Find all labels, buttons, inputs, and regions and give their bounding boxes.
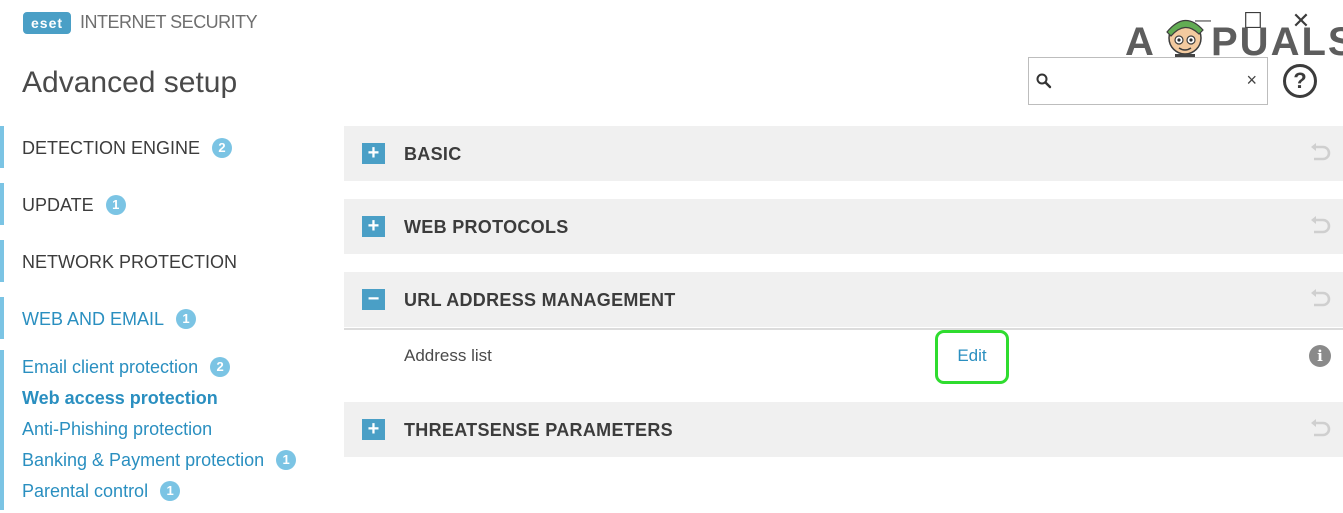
section-title: URL ADDRESS MANAGEMENT (404, 290, 676, 310)
sidebar-subitem-text: Web access protection (22, 388, 218, 408)
page-title: Advanced setup (22, 66, 238, 99)
notification-badge: 1 (176, 309, 197, 329)
sidebar-subitem-text: Parental control (22, 481, 149, 501)
notification-badge: 2 (210, 357, 231, 377)
section-title: BASIC (404, 144, 462, 164)
search-input[interactable] (1057, 68, 1241, 96)
search-icon (1036, 73, 1052, 89)
sidebar-item-update[interactable]: UPDATE 1 (0, 183, 310, 225)
info-icon[interactable]: i (1309, 345, 1331, 367)
sidebar-item-text: NETWORK PROTECTION (22, 252, 237, 272)
revert-icon[interactable] (1309, 216, 1331, 236)
address-list-label: Address list (404, 346, 492, 365)
section-basic[interactable]: + BASIC (344, 126, 1343, 181)
notification-badge: 1 (276, 450, 297, 470)
notification-badge: 1 (105, 195, 126, 215)
help-button[interactable]: ? (1283, 64, 1317, 98)
sidebar-subitem-email-client-protection[interactable]: Email client protection 2 (22, 357, 231, 378)
edit-address-list-button[interactable]: Edit (935, 330, 1009, 384)
sidebar-subitem-banking-payment-protection[interactable]: Banking & Payment protection 1 (22, 450, 297, 471)
sidebar-subitem-anti-phishing-protection[interactable]: Anti-Phishing protection (22, 419, 212, 440)
expand-icon[interactable]: + (362, 216, 385, 237)
sidebar-subitem-text: Banking & Payment protection (22, 450, 265, 470)
expand-icon[interactable]: + (362, 143, 385, 164)
notification-badge: 2 (212, 138, 233, 158)
eset-logo: eset (23, 12, 72, 34)
clear-search-icon[interactable]: × (1246, 70, 1257, 91)
sidebar-subitem-web-access-protection[interactable]: Web access protection (22, 388, 218, 409)
sidebar-item-label: WEB AND EMAIL 1 (22, 309, 197, 330)
sidebar-item-text: DETECTION ENGINE (22, 138, 201, 158)
web-and-email-submenu: Email client protection 2 Web access prot… (0, 350, 330, 510)
sidebar-subitem-parental-control[interactable]: Parental control 1 (22, 481, 181, 502)
product-name: INTERNET SECURITY (80, 12, 258, 32)
url-management-body: Address list Edit i (344, 328, 1343, 390)
sidebar-subitem-text: Anti-Phishing protection (22, 419, 213, 439)
sidebar-item-label: NETWORK PROTECTION (22, 252, 237, 273)
notification-badge: 1 (160, 481, 181, 501)
revert-icon[interactable] (1309, 419, 1331, 439)
revert-icon[interactable] (1309, 289, 1331, 309)
revert-icon[interactable] (1309, 143, 1331, 163)
section-title: WEB PROTOCOLS (404, 217, 569, 237)
section-threatsense-parameters[interactable]: + THREATSENSE PARAMETERS (344, 402, 1343, 457)
section-web-protocols[interactable]: + WEB PROTOCOLS (344, 199, 1343, 254)
search-box: × (1028, 57, 1268, 105)
section-url-address-management[interactable]: − URL ADDRESS MANAGEMENT (344, 272, 1343, 327)
sidebar-item-network-protection[interactable]: NETWORK PROTECTION (0, 240, 310, 282)
sidebar-item-text: WEB AND EMAIL (22, 309, 165, 329)
sidebar-item-web-and-email[interactable]: WEB AND EMAIL 1 (0, 297, 310, 339)
sidebar-subitem-text: Email client protection (22, 357, 199, 377)
sidebar-item-detection-engine[interactable]: DETECTION ENGINE 2 (0, 126, 310, 168)
sidebar-item-text: UPDATE (22, 195, 94, 215)
sidebar-item-label: UPDATE 1 (22, 195, 126, 216)
section-title: THREATSENSE PARAMETERS (404, 420, 673, 440)
sidebar-item-label: DETECTION ENGINE 2 (22, 138, 233, 159)
expand-icon[interactable]: + (362, 419, 385, 440)
collapse-icon[interactable]: − (362, 289, 385, 310)
